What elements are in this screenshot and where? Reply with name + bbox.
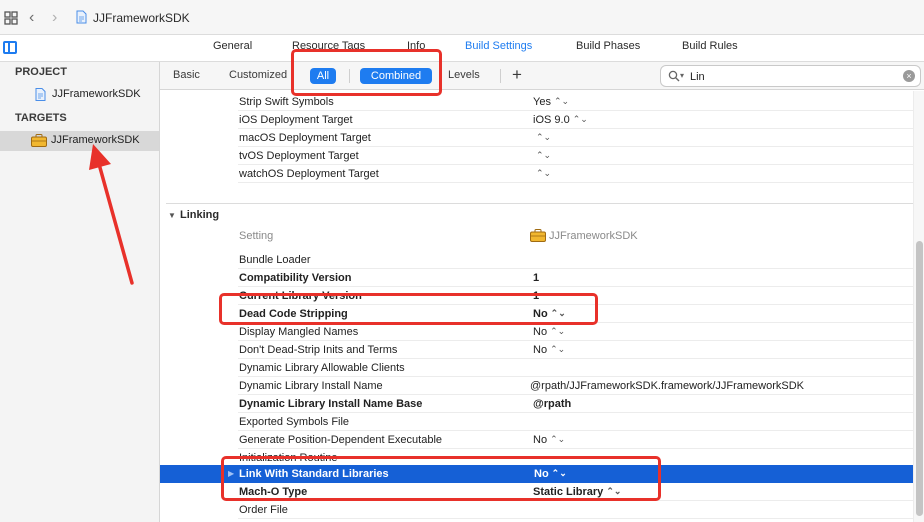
sidebar-toggle-icon[interactable]	[3, 41, 17, 54]
setting-value[interactable]: @rpath	[533, 398, 571, 410]
stepper-icon: ⌃⌄	[550, 344, 566, 354]
setting-name: watchOS Deployment Target	[239, 168, 379, 180]
window-title: JJFrameworkSDK	[93, 11, 190, 25]
setting-value[interactable]: Yes ⌃⌄	[533, 96, 569, 108]
setting-name: Don't Dead-Strip Inits and Terms	[239, 344, 398, 356]
targets-header: TARGETS	[15, 112, 67, 124]
setting-name: iOS Deployment Target	[239, 114, 353, 126]
stepper-icon: ⌃⌄	[572, 114, 588, 124]
setting-row[interactable]: Compatibility Version 1	[238, 269, 914, 287]
setting-row[interactable]: macOS Deployment Target ⌃⌄	[238, 129, 914, 147]
setting-row[interactable]: Display Mangled Names No ⌃⌄	[238, 323, 914, 341]
stepper-icon: ⌃⌄	[536, 150, 552, 160]
editor-tab-bar: General Resource Tags Info Build Setting…	[0, 35, 924, 62]
divider	[500, 69, 501, 83]
annotation-arrow	[89, 144, 134, 285]
setting-row[interactable]: Dynamic Library Install Name Base @rpath	[238, 395, 914, 413]
sidebar-item-project[interactable]: JJFrameworkSDK	[0, 85, 159, 105]
column-header-target: JJFrameworkSDK	[549, 230, 638, 242]
levels-view-button[interactable]: Levels	[448, 69, 480, 81]
setting-value[interactable]: @rpath/JJFrameworkSDK.framework/JJFramew…	[530, 380, 804, 392]
setting-name: Compatibility Version	[239, 272, 352, 284]
setting-name: tvOS Deployment Target	[239, 150, 359, 162]
search-field[interactable]: ▾ ×	[660, 65, 921, 87]
annotation-box-filter	[291, 49, 442, 96]
setting-name: Dynamic Library Install Name	[239, 380, 383, 392]
stepper-icon: ⌃⌄	[550, 434, 566, 444]
setting-value[interactable]: ⌃⌄	[533, 150, 551, 162]
setting-name: Strip Swift Symbols	[239, 96, 334, 108]
section-title-linking[interactable]: Linking	[180, 209, 219, 221]
annotation-box-link-macho	[221, 456, 661, 501]
search-icon	[668, 70, 680, 82]
setting-row[interactable]: tvOS Deployment Target ⌃⌄	[238, 147, 914, 165]
swift-file-icon	[76, 10, 87, 24]
tab-build-phases[interactable]: Build Phases	[576, 40, 640, 52]
setting-row[interactable]: Bundle Loader	[238, 251, 914, 269]
setting-name: macOS Deployment Target	[239, 132, 371, 144]
setting-value[interactable]: ⌃⌄	[533, 132, 551, 144]
project-header: PROJECT	[15, 66, 67, 78]
build-settings-filter-bar: Basic Customized All Combined Levels + ▾…	[160, 62, 924, 90]
column-header-setting: Setting	[239, 230, 274, 242]
setting-name: Dynamic Library Install Name Base	[239, 398, 423, 410]
annotation-box-dead-code	[219, 293, 598, 325]
setting-row[interactable]: Dynamic Library Allowable Clients	[238, 359, 914, 377]
basic-filter-button[interactable]: Basic	[173, 69, 200, 81]
setting-name: Exported Symbols File	[239, 416, 350, 428]
setting-row[interactable]: Dynamic Library Install Name @rpath/JJFr…	[238, 377, 914, 395]
scroll-thumb[interactable]	[916, 241, 923, 516]
stepper-icon: ⌃⌄	[536, 168, 552, 178]
setting-name: Order File	[239, 504, 288, 516]
briefcase-icon	[530, 229, 546, 242]
setting-name: Generate Position-Dependent Executable	[239, 434, 443, 446]
setting-value[interactable]: iOS 9.0 ⌃⌄	[533, 114, 588, 126]
back-chevron-icon[interactable]: ‹	[29, 9, 34, 27]
tab-build-settings[interactable]: Build Settings	[465, 40, 532, 52]
setting-row[interactable]: Exported Symbols File	[238, 413, 914, 431]
tab-build-rules[interactable]: Build Rules	[682, 40, 738, 52]
setting-name: Display Mangled Names	[239, 326, 359, 338]
add-setting-button[interactable]: +	[512, 65, 522, 85]
setting-value[interactable]: No ⌃⌄	[533, 326, 565, 338]
stepper-icon: ⌃⌄	[536, 132, 552, 142]
title-bar: ‹ › JJFrameworkSDK	[0, 0, 924, 35]
customized-filter-button[interactable]: Customized	[229, 69, 287, 81]
setting-row[interactable]: Generate Position-Dependent Executable N…	[238, 431, 914, 449]
forward-chevron-icon[interactable]: ›	[52, 9, 57, 27]
tab-general[interactable]: General	[213, 40, 252, 52]
setting-row[interactable]: Don't Dead-Strip Inits and Terms No ⌃⌄	[238, 341, 914, 359]
disclosure-triangle-icon[interactable]: ▼	[168, 211, 176, 220]
stepper-icon: ⌃⌄	[550, 326, 566, 336]
setting-name: Dynamic Library Allowable Clients	[239, 362, 405, 374]
briefcase-icon	[31, 134, 47, 147]
setting-row[interactable]: Order File	[238, 501, 914, 519]
stepper-icon: ⌃⌄	[553, 96, 570, 106]
search-input[interactable]	[690, 69, 890, 84]
project-navigator-sidebar: PROJECT JJFrameworkSDK TARGETS JJFramewo…	[0, 62, 160, 522]
project-file-icon	[35, 88, 46, 101]
grid-icon[interactable]	[4, 11, 18, 25]
setting-value[interactable]: No ⌃⌄	[533, 434, 565, 446]
setting-row[interactable]: iOS Deployment Target iOS 9.0 ⌃⌄	[238, 111, 914, 129]
setting-value[interactable]: ⌃⌄	[533, 168, 551, 180]
setting-row[interactable]: watchOS Deployment Target ⌃⌄	[238, 165, 914, 183]
setting-name: Bundle Loader	[239, 254, 311, 266]
section-divider	[166, 203, 914, 204]
sidebar-item-label: JJFrameworkSDK	[52, 88, 141, 100]
setting-value[interactable]: No ⌃⌄	[533, 344, 565, 356]
setting-value[interactable]: 1	[533, 272, 539, 284]
clear-search-icon[interactable]: ×	[903, 70, 915, 82]
chevron-down-icon[interactable]: ▾	[680, 71, 684, 80]
vertical-scrollbar[interactable]	[913, 91, 924, 522]
